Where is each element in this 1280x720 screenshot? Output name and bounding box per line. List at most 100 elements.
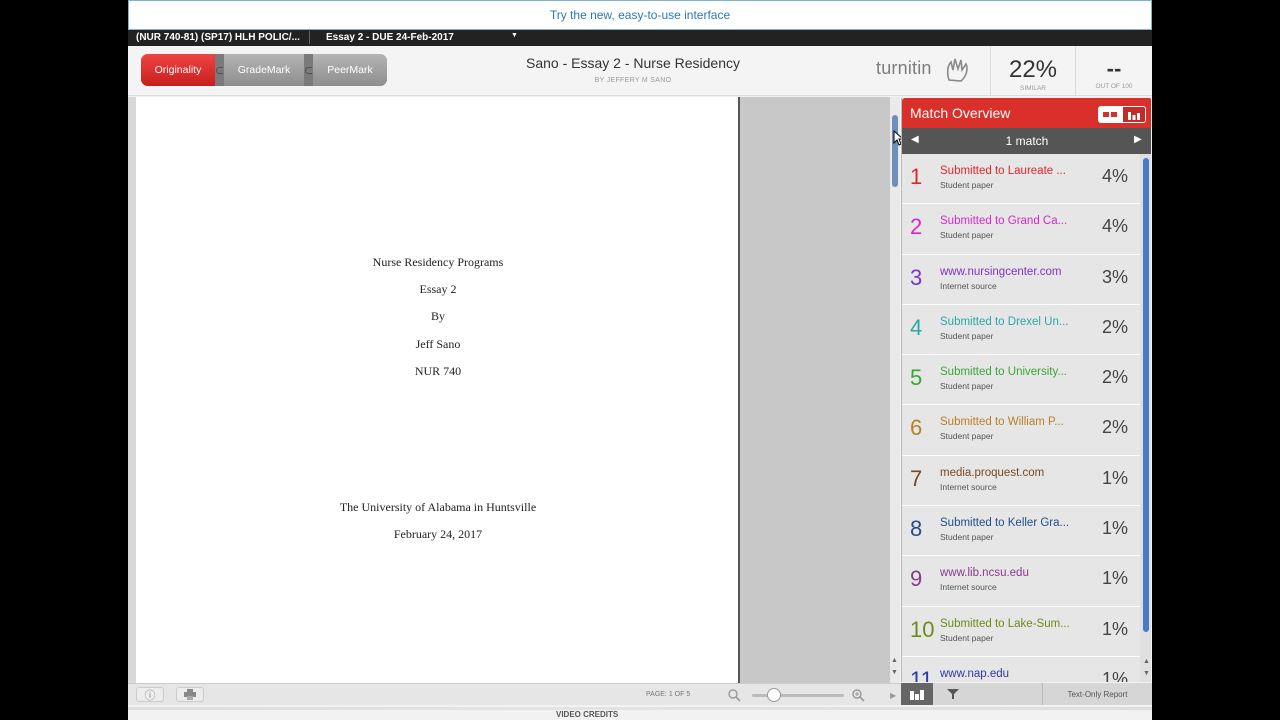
match-count: 1 match (1005, 134, 1049, 148)
match-percent: 1% (1101, 518, 1128, 539)
turnitin-hand-icon (946, 58, 968, 82)
bar-chart-view-icon[interactable] (1121, 107, 1145, 122)
page-indicator: PAGE: 1 OF 5 (646, 691, 691, 698)
zoom-slider-thumb[interactable] (767, 688, 781, 702)
match-item[interactable]: 2 Submitted to Grand Ca... Student paper 4% (902, 204, 1140, 255)
match-number: 7 (910, 465, 923, 491)
match-overview-button[interactable] (901, 683, 933, 705)
match-percent: 1% (1101, 668, 1128, 682)
text-only-report-button[interactable]: Text-Only Report (1042, 683, 1152, 705)
grade-score[interactable]: -- OUT OF 100 (1076, 46, 1152, 96)
match-percent: 2% (1101, 417, 1128, 438)
match-source-type: Student paper (940, 180, 994, 190)
match-item[interactable]: 5 Submitted to University... Student paper… (902, 355, 1140, 406)
similarity-value: 22% (1008, 56, 1058, 83)
match-source-name: www.lib.ncsu.edu (940, 567, 1029, 580)
match-list-scroll-thumb[interactable] (1143, 158, 1149, 632)
mode-divider-icon (303, 54, 314, 86)
match-source-name: Submitted to Laureate ... (940, 165, 1066, 177)
document-viewer: Nurse Residency Programs Essay 2 By Jeff… (128, 97, 890, 683)
match-source-name: www.nap.edu (940, 667, 1010, 680)
match-source-type: Student paper (940, 532, 994, 543)
match-source-type: Internet source (940, 481, 997, 492)
document-scrollbar[interactable]: ▲ ▼ (890, 97, 900, 683)
assignment-crumb[interactable]: Essay 2 - DUE 24-Feb-2017 (326, 32, 454, 43)
next-match-icon[interactable]: ▶ (1134, 134, 1142, 145)
match-percent: 4% (1101, 166, 1128, 186)
zoom-in-icon[interactable] (852, 689, 865, 702)
scroll-down-icon[interactable]: ▼ (1143, 670, 1150, 677)
course-crumb[interactable]: (NUR 740-81) (SP17) HLH POLIC/... (136, 32, 300, 43)
match-list: 1 Submitted to Laureate ... Student paper 4… (902, 154, 1140, 682)
match-source-name: media.proquest.com (940, 466, 1045, 479)
match-number: 2 (910, 214, 923, 240)
match-item[interactable]: 9 www.lib.ncsu.edu Internet source 1% (902, 556, 1140, 607)
print-icon (184, 689, 196, 700)
match-number: 5 (910, 365, 923, 391)
document-line: February 24, 2017 (393, 527, 483, 541)
info-button[interactable]: ⓘ (136, 687, 164, 702)
grade-label: OUT OF 100 (1095, 83, 1133, 90)
mode-peermark[interactable]: PeerMark (313, 54, 387, 86)
zoom-out-icon[interactable] (728, 689, 741, 702)
match-list-scrollbar[interactable]: ▲ ▼ (1140, 154, 1151, 682)
scroll-up-icon[interactable]: ▲ (891, 657, 898, 664)
document-line: NUR 740 (414, 364, 462, 378)
match-number: 1 (910, 164, 923, 189)
grade-value: -- (1106, 56, 1122, 81)
match-item[interactable]: 6 Submitted to William P... Student paper 2… (902, 405, 1140, 456)
document-title: Sano - Essay 2 - Nurse Residency (526, 55, 740, 71)
match-item[interactable]: 10 Submitted to Lake-Sum... Student paper 1… (902, 606, 1140, 657)
assignment-dropdown-icon[interactable]: ▼ (511, 32, 518, 39)
filter-icon (947, 689, 959, 699)
match-list-view-icon[interactable] (1099, 107, 1122, 122)
footer-divider (128, 707, 1152, 710)
print-button[interactable] (176, 687, 204, 702)
match-percent: 3% (1101, 266, 1128, 287)
info-icon: ⓘ (144, 689, 156, 702)
document-line: Nurse Residency Programs (372, 255, 504, 269)
similarity-label: SIMILAR (1019, 85, 1046, 92)
match-overview-panel: Match Overview ◀ 1 match ▶ 1 Submitted to… (901, 98, 1151, 682)
match-number: 9 (910, 566, 923, 592)
match-source-name: Submitted to Keller Gra... (940, 517, 1070, 530)
match-percent: 2% (1101, 367, 1128, 388)
mode-grademark[interactable]: GradeMark (224, 54, 304, 86)
scroll-down-icon[interactable]: ▼ (891, 669, 898, 676)
mode-divider-icon (214, 54, 225, 86)
match-percent: 2% (1101, 316, 1128, 337)
match-source-type: Student paper (940, 330, 994, 341)
match-item[interactable]: 1 Submitted to Laureate ... Student paper 4… (902, 154, 1140, 205)
footer: VIDEO CREDITS (128, 705, 1152, 720)
mode-switcher: Originality GradeMark PeerMark (141, 54, 387, 86)
collapse-panel-icon[interactable]: ▶ (890, 688, 896, 703)
match-percent: 4% (1101, 216, 1128, 237)
filter-button[interactable] (941, 686, 965, 702)
match-item[interactable]: 11www.nap.eduInternet source1% (902, 656, 1140, 682)
new-interface-link[interactable]: Try the new, easy-to-use interface (550, 8, 730, 22)
match-item[interactable]: 4 Submitted to Drexel Un... Student paper 2… (902, 304, 1140, 356)
document-scroll-thumb[interactable] (892, 115, 898, 187)
match-source-type: Student paper (940, 632, 994, 643)
video-credits-link[interactable]: VIDEO CREDITS (556, 710, 618, 719)
zoom-slider[interactable] (752, 694, 844, 697)
match-percent: 1% (1101, 568, 1128, 589)
breadcrumb: (NUR 740-81) (SP17) HLH POLIC/... Essay … (128, 30, 1152, 46)
crumb-divider (309, 31, 310, 44)
scroll-up-icon[interactable]: ▲ (1143, 658, 1150, 665)
match-number: 10 (910, 616, 935, 642)
match-item[interactable]: 3 www.nursingcenter.com Internet source 3% (902, 254, 1140, 305)
document-line: Essay 2 (419, 282, 457, 296)
match-item[interactable]: 7 media.proquest.com Internet source 1% (902, 455, 1140, 507)
match-source-type: Internet source (940, 280, 997, 291)
mode-originality[interactable]: Originality (141, 54, 215, 86)
similarity-score[interactable]: 22% SIMILAR (990, 46, 1076, 96)
match-source-type: Student paper (940, 431, 994, 442)
match-source-name: Submitted to Drexel Un... (940, 315, 1069, 328)
match-navigator: ◀ 1 match ▶ (902, 128, 1151, 154)
match-item[interactable]: 8 Submitted to Keller Gra... Student paper… (902, 506, 1140, 557)
match-number: 8 (910, 516, 923, 542)
match-source-type: Internet source (940, 582, 997, 593)
panel-title: Match Overview (910, 105, 1011, 121)
match-number: 11 (910, 666, 933, 682)
